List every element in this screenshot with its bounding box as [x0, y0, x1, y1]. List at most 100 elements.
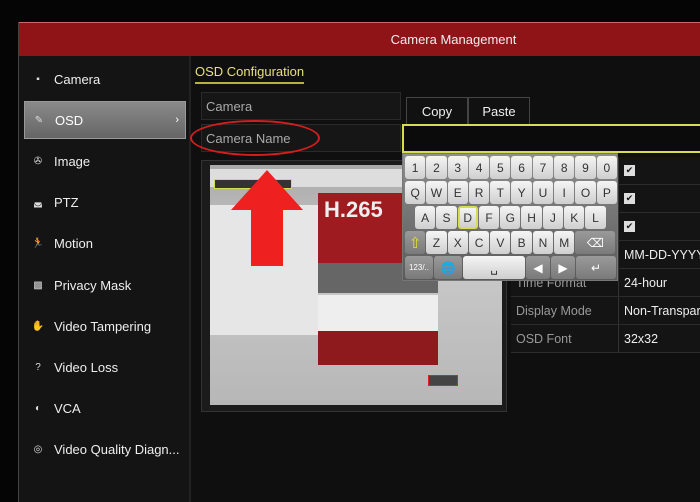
key-w[interactable]: W — [426, 181, 447, 204]
keyboard-row: 123/.. 🌐 ␣ ◀ ▶ ↵ — [405, 256, 616, 281]
sidebar-item-image[interactable]: ✇ Image — [24, 142, 186, 180]
sidebar-item-label: VCA — [54, 401, 81, 417]
checkbox[interactable]: ✔ — [624, 165, 635, 176]
key-y[interactable]: Y — [511, 181, 532, 204]
osd-time-overlay[interactable] — [428, 375, 458, 386]
key-3[interactable]: 3 — [447, 156, 468, 179]
key-x[interactable]: X — [447, 231, 468, 254]
key-t[interactable]: T — [490, 181, 511, 204]
key-7[interactable]: 7 — [532, 156, 554, 179]
shift-key[interactable]: ⇧ — [405, 231, 426, 254]
sidebar-item-vca[interactable]: ◐ VCA — [24, 390, 186, 428]
box-icons — [318, 331, 438, 365]
key-6[interactable]: 6 — [511, 156, 532, 179]
sidebar-item-motion[interactable]: 🏃 Motion — [24, 225, 186, 263]
key-2[interactable]: 2 — [426, 156, 447, 179]
key-g[interactable]: G — [500, 206, 521, 229]
diagnosis-icon: ◎ — [33, 444, 43, 456]
image-icon: ✇ — [33, 155, 43, 167]
copy-button[interactable]: Copy — [406, 97, 468, 124]
sidebar: ▪ Camera ✎ OSD › ✇ Image ◛ PTZ 🏃 Motion ▩ Privacy Ma… — [19, 56, 191, 502]
key-4[interactable]: 4 — [468, 156, 490, 179]
keyboard-row: ⇧ Z X C V B N M ⌫ — [405, 231, 616, 256]
section-title: OSD Configuration — [195, 64, 305, 84]
key-q[interactable]: Q — [405, 181, 426, 204]
key-a[interactable]: A — [415, 206, 436, 229]
right-arrow-key[interactable]: ▶ — [551, 256, 575, 279]
osd-icon: ✎ — [34, 114, 44, 126]
key-8[interactable]: 8 — [554, 156, 575, 179]
sidebar-item-label: Privacy Mask — [54, 277, 132, 293]
checkbox[interactable]: ✔ — [624, 193, 635, 204]
key-i[interactable]: I — [554, 181, 575, 204]
sidebar-item-label: Camera — [54, 71, 101, 87]
symbols-key[interactable]: 123/.. — [405, 256, 433, 279]
setting-value[interactable]: Non-Transparent — [619, 297, 700, 324]
sidebar-item-ptz[interactable]: ◛ PTZ — [24, 184, 186, 222]
key-9[interactable]: 9 — [575, 156, 596, 179]
video-loss-icon: ? — [35, 361, 41, 373]
sidebar-item-osd[interactable]: ✎ OSD › — [24, 101, 186, 140]
key-m[interactable]: M — [554, 231, 575, 254]
camera-management-window: Camera Management ▪ Camera ✎ OSD › ✇ Image ◛ PTZ… — [18, 22, 700, 502]
key-j[interactable]: J — [542, 206, 564, 229]
ptz-icon: ◛ — [33, 197, 43, 209]
annotation-arrow-icon — [231, 170, 303, 266]
setting-value[interactable]: MM-DD-YYYY — [619, 241, 700, 268]
enter-key[interactable]: ↵ — [576, 256, 616, 279]
key-0[interactable]: 0 — [596, 156, 617, 179]
key-d[interactable]: D — [457, 206, 478, 229]
keyboard-row: ASDFGHJKL — [405, 206, 615, 231]
sidebar-item-camera[interactable]: ▪ Camera — [24, 60, 186, 98]
key-l[interactable]: L — [585, 206, 606, 229]
key-b[interactable]: B — [511, 231, 532, 254]
key-f[interactable]: F — [478, 206, 500, 229]
keyboard-row: QWERTYUIOP — [405, 181, 617, 206]
sidebar-item-label: PTZ — [54, 195, 79, 211]
setting-value[interactable]: 24-hour — [619, 269, 700, 296]
chevron-right-icon: › — [175, 114, 179, 127]
key-e[interactable]: E — [447, 181, 468, 204]
annotation-ellipse — [190, 120, 320, 156]
key-r[interactable]: R — [468, 181, 490, 204]
key-s[interactable]: S — [436, 206, 457, 229]
setting-label: OSD Font — [511, 325, 619, 352]
privacy-mask-icon: ▩ — [33, 279, 43, 291]
sidebar-item-label: Video Loss — [54, 359, 119, 375]
key-u[interactable]: U — [532, 181, 554, 204]
sidebar-item-video-loss[interactable]: ? Video Loss — [24, 348, 186, 386]
camera-icon: ▪ — [36, 73, 40, 85]
key-5[interactable]: 5 — [490, 156, 511, 179]
backspace-key[interactable]: ⌫ — [575, 231, 616, 254]
settings-row: Display ModeNon-Transparent — [511, 297, 700, 325]
key-p[interactable]: P — [596, 181, 617, 204]
globe-icon[interactable]: 🌐 — [434, 256, 462, 279]
sidebar-item-video-quality-diagn[interactable]: ◎ Video Quality Diagn... — [24, 431, 186, 469]
vca-icon: ◐ — [34, 403, 42, 415]
window-title: Camera Management — [19, 22, 700, 56]
setting-value[interactable]: 32x32 — [619, 325, 700, 352]
keyboard-row: 1234567890 — [405, 156, 617, 181]
key-1[interactable]: 1 — [405, 156, 426, 179]
checkbox[interactable]: ✔ — [624, 221, 635, 232]
copy-paste-tabs: Copy Paste — [406, 97, 530, 124]
motion-icon: 🏃 — [31, 238, 45, 250]
camera-name-input[interactable] — [402, 124, 700, 153]
camera-label: Camera — [201, 92, 401, 120]
space-key[interactable]: ␣ — [463, 256, 525, 279]
key-c[interactable]: C — [468, 231, 490, 254]
key-z[interactable]: Z — [426, 231, 447, 254]
sidebar-item-label: Video Tampering — [54, 318, 152, 334]
key-h[interactable]: H — [521, 206, 542, 229]
setting-label: Display Mode — [511, 297, 619, 324]
key-n[interactable]: N — [532, 231, 554, 254]
paste-button[interactable]: Paste — [468, 97, 530, 124]
left-arrow-key[interactable]: ◀ — [526, 256, 550, 279]
key-v[interactable]: V — [490, 231, 511, 254]
key-k[interactable]: K — [564, 206, 585, 229]
sidebar-item-privacy-mask[interactable]: ▩ Privacy Mask — [24, 266, 186, 304]
sidebar-item-label: Image — [54, 153, 91, 169]
sidebar-item-video-tampering[interactable]: ✋ Video Tampering — [24, 307, 186, 345]
key-o[interactable]: O — [575, 181, 596, 204]
box-white — [318, 295, 438, 333]
